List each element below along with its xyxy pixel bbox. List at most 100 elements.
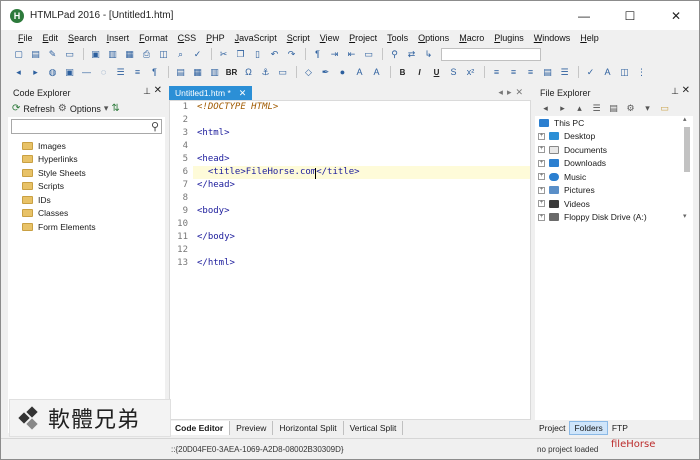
back-icon[interactable]: ◂	[539, 101, 552, 115]
outdent-icon[interactable]: ⇤	[344, 47, 359, 61]
print-icon[interactable]: ⎙	[139, 47, 154, 61]
menu-project[interactable]: Project	[344, 33, 382, 43]
scroll-thumb[interactable]	[684, 127, 690, 172]
menu-windows[interactable]: Windows	[529, 33, 576, 43]
save-as-icon[interactable]: ▥	[105, 47, 120, 61]
scroll-down-icon[interactable]: ▾	[683, 212, 687, 220]
marker-icon[interactable]: ✒	[318, 65, 333, 79]
gear-icon[interactable]: ⚙	[58, 103, 67, 114]
tree-item-images[interactable]: Images	[22, 139, 165, 153]
edit-file-icon[interactable]: ✎	[45, 47, 60, 61]
redo-icon[interactable]: ↷	[284, 47, 299, 61]
close-button[interactable]: ✕	[653, 1, 699, 30]
tab-vertical-split[interactable]: Vertical Split	[344, 421, 404, 435]
replace-icon[interactable]: ⇄	[404, 47, 419, 61]
tree-item-music[interactable]: + Music	[535, 170, 693, 184]
tree-item-this-pc[interactable]: This PC	[535, 116, 693, 130]
tree-item-hyperlinks[interactable]: Hyperlinks	[22, 153, 165, 167]
align-right-icon[interactable]: ≡	[523, 65, 538, 79]
menu-script[interactable]: Script	[282, 33, 315, 43]
expand-icon[interactable]: +	[538, 186, 545, 194]
up-icon[interactable]: ▴	[573, 101, 586, 115]
new-file-icon[interactable]: ▢	[11, 47, 26, 61]
maximize-button[interactable]: ☐	[607, 1, 653, 30]
expand-icon[interactable]: +	[538, 132, 545, 140]
minimize-button[interactable]: —	[561, 1, 607, 30]
tree-item-pictures[interactable]: + Pictures	[535, 184, 693, 198]
menu-tools[interactable]: Tools	[382, 33, 413, 43]
align-left-icon[interactable]: ≡	[489, 65, 504, 79]
italic-button[interactable]: I	[412, 65, 427, 79]
goto-icon[interactable]: ↳	[421, 47, 436, 61]
tree-item-ids[interactable]: IDs	[22, 193, 165, 207]
close-panel-icon[interactable]: ✕	[682, 85, 690, 96]
forward-icon[interactable]: ▸	[556, 101, 569, 115]
preview-icon[interactable]: ◫	[156, 47, 171, 61]
code-editor[interactable]: 1 2 3 4 5 6 7 8 9 10 11 12 13 <!DOCTYPE …	[169, 100, 531, 420]
br-button[interactable]: BR	[224, 65, 239, 79]
paragraph-mark-icon[interactable]: ¶	[147, 65, 162, 79]
list-options-icon[interactable]: ☰	[557, 65, 572, 79]
tab-untitled1[interactable]: Untitled1.htm * ✕	[169, 86, 253, 100]
tab-folders[interactable]: Folders	[569, 421, 608, 435]
menu-search[interactable]: Search	[63, 33, 102, 43]
expand-icon[interactable]: +	[538, 146, 545, 154]
refresh-icon[interactable]: ⟳	[12, 103, 20, 114]
align-center-icon[interactable]: ≡	[506, 65, 521, 79]
binoculars-icon[interactable]: ⚲	[387, 47, 402, 61]
find-icon[interactable]: ⌕	[173, 47, 188, 61]
undo-icon[interactable]: ↶	[267, 47, 282, 61]
file-tree-scrollbar[interactable]: ▴ ▾	[683, 115, 691, 220]
expand-icon[interactable]: +	[538, 213, 545, 221]
chevron-down-icon[interactable]: ▾	[104, 103, 109, 114]
sort-icon[interactable]: ⇅	[111, 103, 119, 114]
expand-icon[interactable]: +	[538, 200, 545, 208]
globe-icon[interactable]: ◍	[45, 65, 60, 79]
unordered-list-icon[interactable]: ☰	[113, 65, 128, 79]
pin-icon[interactable]: ⊥	[143, 86, 151, 97]
close-panel-icon[interactable]: ✕	[154, 85, 162, 96]
superscript-icon[interactable]: x²	[463, 65, 478, 79]
frame-icon[interactable]: ▥	[207, 65, 222, 79]
tab-horizontal-split[interactable]: Horizontal Split	[273, 421, 344, 435]
tree-item-documents[interactable]: + Documents	[535, 143, 693, 157]
image-icon[interactable]: ▣	[62, 65, 77, 79]
save-icon[interactable]: ▣	[88, 47, 103, 61]
menu-file[interactable]: File	[13, 33, 38, 43]
open-folder-icon[interactable]: ▭	[62, 47, 77, 61]
menu-insert[interactable]: Insert	[102, 33, 135, 43]
back-icon[interactable]: ◂	[11, 65, 26, 79]
table-icon[interactable]: ▦	[190, 65, 205, 79]
tree-item-floppy[interactable]: + Floppy Disk Drive (A:)	[535, 211, 693, 225]
tree-item-style-sheets[interactable]: Style Sheets	[22, 166, 165, 180]
expand-icon[interactable]: +	[538, 159, 545, 167]
tree-item-classes[interactable]: Classes	[22, 207, 165, 221]
tree-item-videos[interactable]: + Videos	[535, 197, 693, 211]
tab-ftp[interactable]: FTP	[608, 422, 632, 434]
code-search-input[interactable]: ⚲	[11, 119, 162, 134]
save-all-icon[interactable]: ▦	[122, 47, 137, 61]
tag-icon[interactable]: ◇	[301, 65, 316, 79]
toolbar-combo[interactable]	[441, 47, 541, 61]
gear-icon[interactable]: ⚙	[624, 101, 637, 115]
comment-icon[interactable]: ◌	[96, 65, 111, 79]
div-icon[interactable]: ▭	[275, 65, 290, 79]
strike-icon[interactable]: S	[446, 65, 461, 79]
char-icon[interactable]: Ω	[241, 65, 256, 79]
forward-icon[interactable]: ▸	[28, 65, 43, 79]
options-button[interactable]: Options	[70, 104, 101, 114]
indent-icon[interactable]: ⇥	[327, 47, 342, 61]
color-picker-icon[interactable]: ●	[335, 65, 350, 79]
list-view-icon[interactable]: ☰	[590, 101, 603, 115]
layout-icon[interactable]: ▭	[361, 47, 376, 61]
tidy-icon[interactable]: ◫	[617, 65, 632, 79]
menu-options[interactable]: Options	[413, 33, 454, 43]
menu-help[interactable]: Help	[575, 33, 604, 43]
tree-item-downloads[interactable]: + Downloads	[535, 157, 693, 171]
more-icon[interactable]: ⋮	[634, 65, 649, 79]
anchor-icon[interactable]: ⚓	[258, 65, 273, 79]
copy-icon[interactable]: ❐	[233, 47, 248, 61]
filter-icon[interactable]: ▾	[641, 101, 654, 115]
open-file-icon[interactable]: ▤	[28, 47, 43, 61]
close-tab-icon[interactable]: ✕	[239, 88, 247, 99]
